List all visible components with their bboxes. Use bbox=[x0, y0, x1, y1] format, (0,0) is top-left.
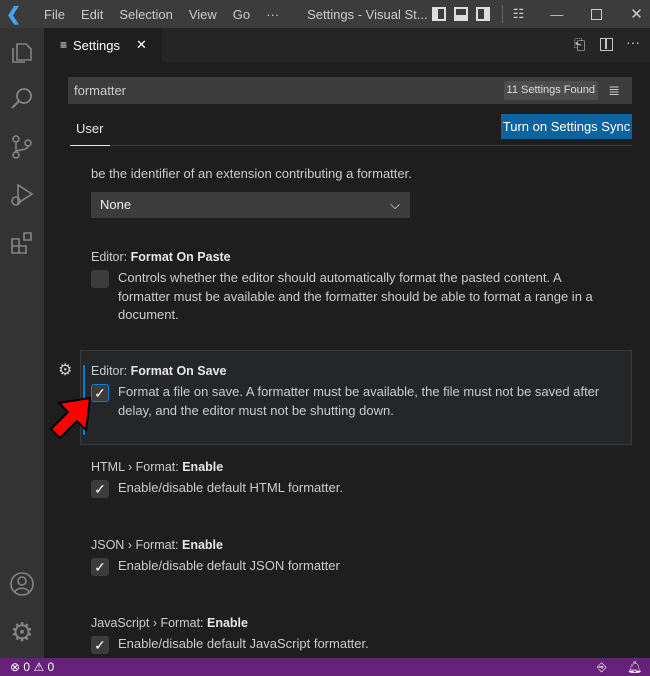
turn-on-settings-sync-button[interactable]: Turn on Settings Sync bbox=[501, 114, 632, 139]
search-value: formatter bbox=[74, 83, 127, 98]
activity-bar: ⚙ bbox=[0, 28, 44, 658]
divider bbox=[501, 5, 503, 23]
toggle-secondary-sidebar-icon[interactable] bbox=[475, 7, 490, 21]
close-tab-icon[interactable]: ✕ bbox=[136, 37, 147, 53]
format-on-paste-checkbox[interactable] bbox=[91, 270, 109, 288]
html-format-enable-checkbox[interactable]: ✓ bbox=[91, 480, 109, 498]
active-tab-underline bbox=[70, 145, 110, 146]
settings-found-badge: 11 Settings Found bbox=[503, 81, 598, 100]
divider bbox=[110, 145, 632, 146]
tab-settings[interactable]: ≡ Settings ✕ bbox=[44, 28, 162, 62]
live-share-icon[interactable]: ⎆ bbox=[597, 658, 607, 676]
title-bar: ❮ File Edit Selection View Go ··· Settin… bbox=[0, 0, 650, 28]
menu-edit[interactable]: Edit bbox=[73, 7, 111, 22]
close-window-button[interactable]: ✕ bbox=[630, 5, 643, 23]
toggle-sidebar-icon[interactable] bbox=[431, 7, 446, 21]
menu-view[interactable]: View bbox=[181, 7, 225, 22]
maximize-button[interactable] bbox=[591, 8, 603, 20]
default-formatter-select[interactable]: None ⌵ bbox=[91, 192, 410, 218]
customize-layout-icon[interactable]: ☷ bbox=[513, 6, 525, 22]
setting-description: Format a file on save. A formatter must … bbox=[118, 384, 600, 418]
select-value: None bbox=[100, 197, 132, 212]
settings-search-input[interactable]: formatter 11 Settings Found ≣ bbox=[68, 77, 632, 104]
setting-title: JavaScript › Format: Enable bbox=[91, 616, 248, 630]
setting-title: Editor: Format On Save bbox=[91, 364, 227, 378]
toggle-panel-icon[interactable] bbox=[453, 7, 468, 21]
tab-label: Settings bbox=[73, 37, 120, 53]
setting-title: JSON › Format: Enable bbox=[91, 538, 223, 552]
warning-icon: ⚠ bbox=[33, 660, 45, 674]
accounts-icon[interactable] bbox=[8, 570, 36, 598]
json-format-enable-checkbox[interactable]: ✓ bbox=[91, 558, 109, 576]
setting-gear-icon[interactable]: ⚙ bbox=[58, 360, 72, 380]
menu-selection[interactable]: Selection bbox=[111, 7, 180, 22]
problems-indicator[interactable]: ⊗ 0 ⚠ 0 bbox=[10, 658, 54, 676]
window-title: Settings - Visual St... bbox=[307, 6, 428, 22]
manage-gear-icon[interactable]: ⚙ bbox=[8, 618, 36, 646]
explorer-icon[interactable] bbox=[8, 38, 36, 66]
setting-description: Enable/disable default JSON formatter bbox=[118, 558, 340, 573]
setting-description: Enable/disable default HTML formatter. bbox=[118, 480, 343, 495]
setting-title: Editor: Format On Paste bbox=[91, 250, 231, 264]
clear-filter-icon[interactable]: ≣ bbox=[608, 82, 620, 99]
minimize-button[interactable]: — bbox=[550, 7, 563, 22]
settings-file-icon: ≡ bbox=[60, 38, 68, 52]
setting-title: HTML › Format: Enable bbox=[91, 460, 224, 474]
status-bar: ⊗ 0 ⚠ 0 ⎆ 🔔︎ bbox=[0, 658, 650, 676]
setting-description: Controls whether the editor should autom… bbox=[118, 270, 593, 322]
menu-file[interactable]: File bbox=[36, 7, 73, 22]
red-arrow-annotation bbox=[49, 396, 92, 440]
setting-description: Enable/disable default JavaScript format… bbox=[118, 636, 369, 651]
source-control-icon[interactable] bbox=[8, 133, 36, 161]
menu-more[interactable]: ··· bbox=[258, 7, 287, 22]
search-icon[interactable] bbox=[8, 85, 36, 113]
notifications-bell-icon[interactable]: 🔔︎ bbox=[627, 658, 642, 676]
menu-go[interactable]: Go bbox=[225, 7, 258, 22]
tab-user[interactable]: User bbox=[76, 121, 103, 136]
extensions-icon[interactable] bbox=[8, 229, 36, 257]
run-debug-icon[interactable] bbox=[8, 181, 36, 209]
split-editor-icon[interactable] bbox=[600, 38, 613, 51]
chevron-down-icon: ⌵ bbox=[390, 197, 400, 212]
more-actions-icon[interactable]: ··· bbox=[626, 34, 640, 50]
open-settings-json-icon[interactable]: ⎗ bbox=[574, 36, 585, 53]
setting-description: be the identifier of an extension contri… bbox=[91, 166, 412, 181]
vscode-logo-icon: ❮ bbox=[6, 3, 22, 24]
javascript-format-enable-checkbox[interactable]: ✓ bbox=[91, 636, 109, 654]
error-icon: ⊗ bbox=[10, 660, 21, 674]
